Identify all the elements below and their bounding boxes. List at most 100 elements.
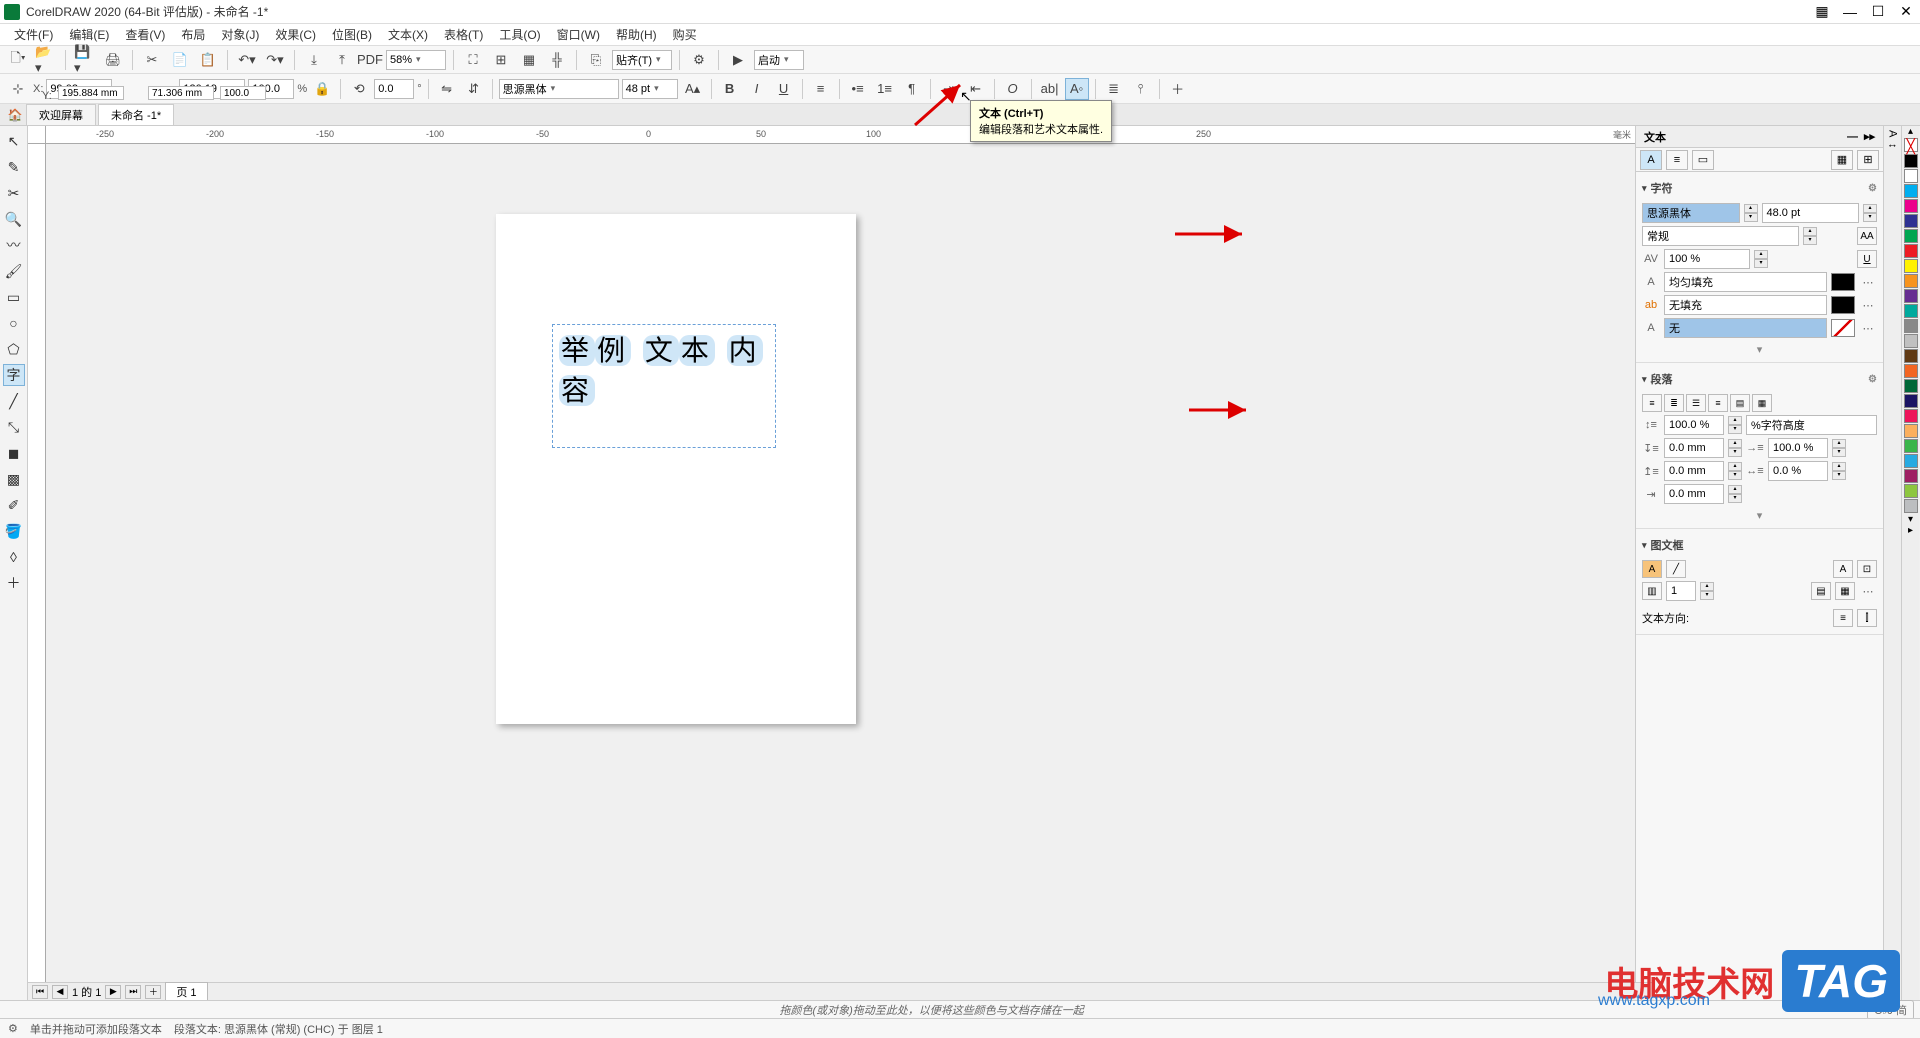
outline-tool[interactable]: ◊ (3, 546, 25, 568)
page-last-button[interactable]: ⏭ (125, 985, 141, 999)
ruler-vertical[interactable] (28, 144, 46, 1000)
docker-font-style[interactable]: 常规 (1642, 226, 1799, 246)
fill-type-dropdown[interactable]: 均匀填充 (1664, 272, 1827, 292)
menu-text[interactable]: 文本(X) (380, 26, 436, 43)
save-button[interactable]: 💾▾ (73, 49, 97, 71)
kerning-input[interactable]: 100 % (1664, 249, 1750, 269)
para-expand-icon[interactable]: ▾ (1642, 507, 1877, 524)
color-swatch[interactable] (1904, 259, 1918, 273)
color-swatch[interactable] (1904, 169, 1918, 183)
shape-tool[interactable]: ✎ (3, 156, 25, 178)
color-swatch[interactable] (1904, 319, 1918, 333)
underline-button[interactable]: U (772, 78, 796, 100)
color-swatch[interactable] (1904, 184, 1918, 198)
eyedropper-tool[interactable]: ✐ (3, 494, 25, 516)
connector-tool[interactable]: ⤡ (3, 416, 25, 438)
export-button[interactable]: ⤒ (330, 49, 354, 71)
color-swatch[interactable] (1904, 439, 1918, 453)
palette-flyout-button[interactable]: ▸ (1902, 525, 1919, 536)
bg-color-swatch[interactable] (1831, 296, 1855, 314)
color-swatch[interactable] (1904, 424, 1918, 438)
redo-button[interactable]: ↷▾ (263, 49, 287, 71)
fullscreen-button[interactable]: ⛶ (461, 49, 485, 71)
mirror-v-button[interactable]: ⇵ (462, 78, 486, 100)
before-input[interactable]: 0.0 mm (1664, 438, 1724, 458)
home-tab-button[interactable]: 🏠 (4, 105, 26, 125)
increase-font-button[interactable]: A▴ (681, 78, 705, 100)
color-swatch[interactable] (1904, 244, 1918, 258)
dropshadow-tool[interactable]: ◼ (3, 442, 25, 464)
ellipse-tool[interactable]: ○ (3, 312, 25, 334)
bullets-button[interactable]: •≡ (846, 78, 870, 100)
first-line-input[interactable]: 100.0 % (1768, 438, 1828, 458)
align-justify-button[interactable]: ▤ (1730, 394, 1750, 412)
align-right-p-button[interactable]: ≡ (1708, 394, 1728, 412)
line-spacing-input[interactable]: 100.0 % (1664, 415, 1724, 435)
page-tab[interactable]: 页 1 (165, 982, 207, 1002)
align-left-button[interactable]: ≡ (809, 78, 833, 100)
char-settings-icon[interactable]: ⚙ (1868, 183, 1877, 194)
app-options-icon[interactable]: ▦ (1812, 4, 1832, 20)
snapto-dropdown[interactable]: 贴齐(T) (612, 50, 672, 70)
fill-options[interactable]: ⋯ (1859, 276, 1877, 289)
welcome-tab[interactable]: 欢迎屏幕 (26, 104, 96, 125)
cut-button[interactable]: ✂ (140, 49, 164, 71)
align-force-button[interactable]: ▦ (1752, 394, 1772, 412)
color-swatch[interactable] (1904, 274, 1918, 288)
menu-bitmap[interactable]: 位图(B) (324, 26, 380, 43)
menu-file[interactable]: 文件(F) (6, 26, 61, 43)
column-settings-2[interactable]: ▦ (1835, 582, 1855, 600)
polygon-tool[interactable]: ⬠ (3, 338, 25, 360)
add-tool-button[interactable]: ＋ (3, 572, 25, 594)
zoom-dropdown[interactable]: 58% (386, 50, 446, 70)
color-swatch[interactable] (1904, 454, 1918, 468)
color-swatch[interactable] (1904, 304, 1918, 318)
char-expand-icon[interactable]: ▾ (1642, 341, 1877, 358)
import-button[interactable]: ⤓ (302, 49, 326, 71)
para-settings-icon[interactable]: ⚙ (1868, 374, 1877, 385)
color-swatch[interactable] (1904, 214, 1918, 228)
docker-tab-frame[interactable]: ▭ (1692, 150, 1714, 170)
menu-window[interactable]: 窗口(W) (549, 26, 608, 43)
zoom-tool[interactable]: 🔍 (3, 208, 25, 230)
drawing-canvas[interactable]: 举例 文本 内容 (46, 144, 1635, 1000)
frame-options[interactable]: ⋯ (1859, 585, 1877, 598)
left-indent-input[interactable]: 0.0 mm (1664, 484, 1724, 504)
tab-settings-button[interactable]: ⫯ (1129, 78, 1153, 100)
page-prev-button[interactable]: ◀ (52, 985, 68, 999)
docker-font-size[interactable]: 48.0 pt (1762, 203, 1860, 223)
font-family-dropdown[interactable]: 思源黑体 (499, 79, 619, 99)
mirror-h-button[interactable]: ⇋ (435, 78, 459, 100)
frame-none-button[interactable]: ╱ (1666, 560, 1686, 578)
docker-close-button[interactable]: ▸▸ (1864, 130, 1875, 143)
underline-docker-button[interactable]: U (1857, 250, 1877, 268)
align-left-p-button[interactable]: ≣ (1664, 394, 1684, 412)
options-button[interactable]: ⚙ (687, 49, 711, 71)
rotation-input[interactable] (374, 79, 414, 99)
variable-font-icon[interactable]: O (1001, 78, 1025, 100)
align-none-button[interactable]: ≡ (1642, 394, 1662, 412)
vertical-align-button[interactable]: A (1833, 560, 1853, 578)
menu-object[interactable]: 对象(J) (213, 26, 267, 43)
menu-edit[interactable]: 编辑(E) (61, 26, 117, 43)
copy-button[interactable]: 📄 (168, 49, 192, 71)
color-swatch[interactable] (1904, 409, 1918, 423)
bg-type-dropdown[interactable]: 无填充 (1664, 295, 1827, 315)
freehand-tool[interactable]: 〰 (3, 234, 25, 256)
hmargin-input[interactable]: 0.0 % (1768, 461, 1828, 481)
close-button[interactable]: ✕ (1896, 4, 1916, 20)
edit-text-button[interactable]: ab| (1038, 78, 1062, 100)
menu-help[interactable]: 帮助(H) (608, 26, 665, 43)
menu-table[interactable]: 表格(T) (436, 26, 491, 43)
fit-text-button[interactable]: ⊡ (1857, 560, 1877, 578)
menu-effects[interactable]: 效果(C) (267, 26, 324, 43)
color-swatch[interactable] (1904, 364, 1918, 378)
docker-font-dropdown[interactable]: 思源黑体 (1642, 203, 1740, 223)
snap-button[interactable]: ⊞ (489, 49, 513, 71)
fill-color-swatch[interactable] (1831, 273, 1855, 291)
docker-tab-paragraph[interactable]: ≡ (1666, 150, 1688, 170)
minimize-button[interactable]: — (1840, 4, 1860, 20)
new-button[interactable]: 🗋▾ (6, 49, 30, 71)
after-input[interactable]: 0.0 mm (1664, 461, 1724, 481)
sy-input[interactable] (220, 86, 266, 100)
